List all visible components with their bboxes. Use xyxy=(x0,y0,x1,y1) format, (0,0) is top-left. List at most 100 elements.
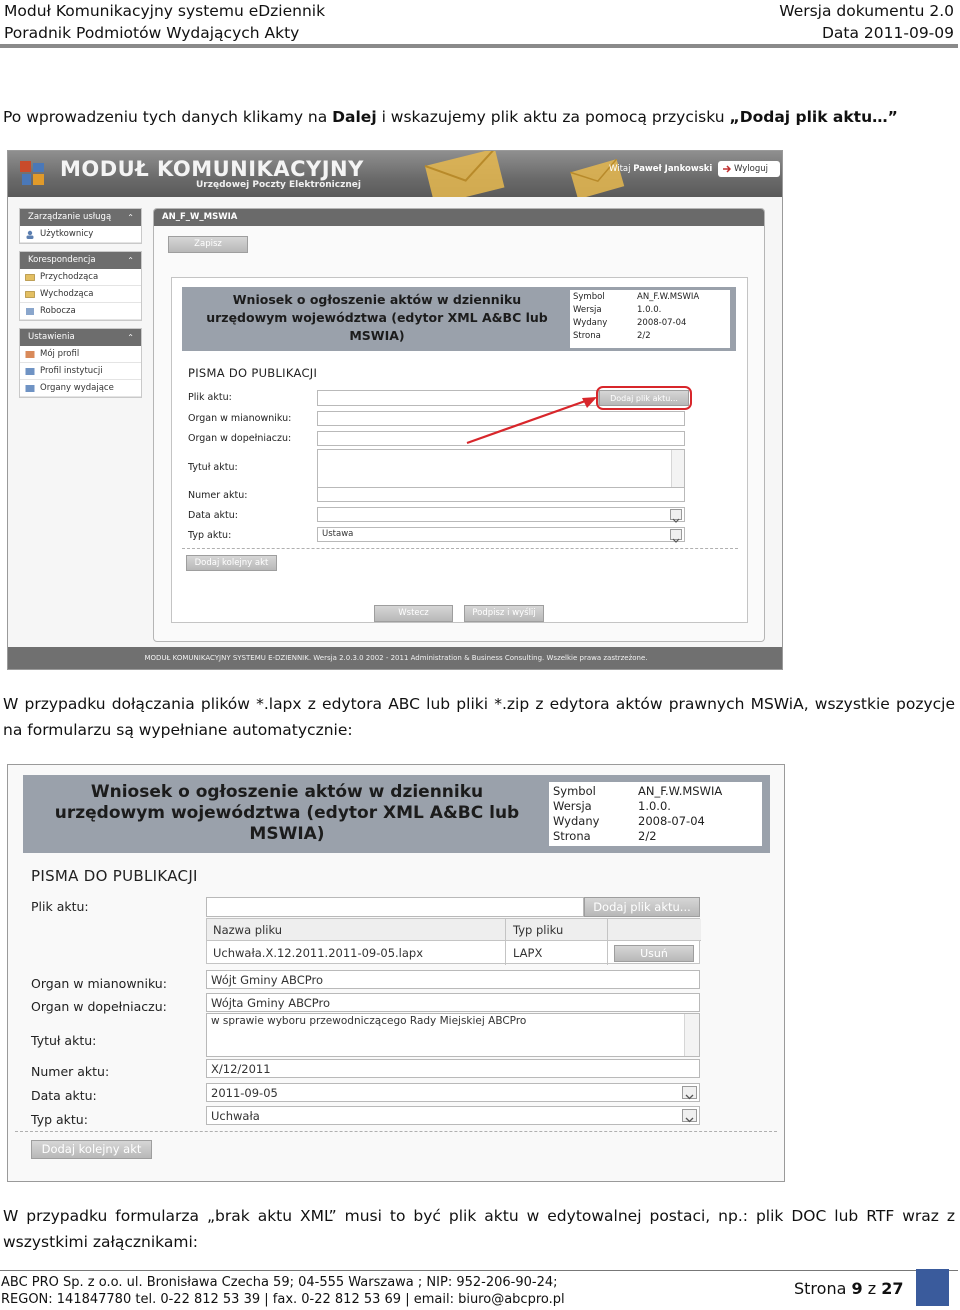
column-divider xyxy=(505,919,506,965)
page-current: 9 xyxy=(851,1279,863,1298)
meta-value: 2/2 xyxy=(638,829,657,843)
sidebar-item-label: Mój profil xyxy=(40,349,80,359)
title-textarea[interactable] xyxy=(317,449,685,489)
number-field[interactable] xyxy=(317,487,685,502)
institution-icon xyxy=(25,368,35,375)
organ-genitive-value: Wójta Gminy ABCPro xyxy=(211,996,331,1010)
company-contact: REGON: 141847780 tel. 0-22 812 53 39 | f… xyxy=(1,1292,565,1307)
organ-nominative-value: Wójt Gminy ABCPro xyxy=(211,973,323,987)
collapse-icon: ⌃ xyxy=(127,333,134,342)
sidebar-section-settings: Ustawienia ⌃ Mój profil Profil instytucji… xyxy=(19,328,142,398)
panel-title: AN_F_W_MSWIA xyxy=(154,209,764,226)
form-divider xyxy=(182,548,738,549)
document-subtitle: Poradnik Podmiotów Wydających Akty xyxy=(4,24,300,42)
sidebar-header-management[interactable]: Zarządzanie usługą ⌃ xyxy=(20,209,141,226)
date-label: Data aktu: xyxy=(188,510,238,521)
organ-nominative-field[interactable]: Wójt Gminy ABCPro xyxy=(206,970,700,989)
sidebar-item-label: Robocza xyxy=(40,306,76,316)
sidebar-section-management: Zarządzanie usługą ⌃ Użytkownicy xyxy=(19,208,142,244)
sidebar-item-institution-profile[interactable]: Profil instytucji xyxy=(20,363,141,380)
sidebar-item-users[interactable]: Użytkownicy xyxy=(20,226,141,243)
add-file-button[interactable]: Dodaj plik aktu... xyxy=(584,897,700,917)
sidebar-item-incoming[interactable]: Przychodząca xyxy=(20,269,141,286)
app-title: MODUŁ KOMUNIKACYJNY xyxy=(60,157,364,181)
chevron-down-icon xyxy=(670,529,682,543)
sidebar-item-label: Przychodząca xyxy=(40,272,99,282)
type-label: Typ aktu: xyxy=(188,530,232,541)
sidebar-item-label: Użytkownicy xyxy=(40,229,94,239)
logout-button[interactable]: Wyloguj xyxy=(718,161,780,177)
incoming-mail-icon xyxy=(25,274,35,281)
section-title: PISMA DO PUBLIKACJI xyxy=(31,867,198,885)
chevron-down-icon xyxy=(670,509,682,523)
type-value: Uchwała xyxy=(211,1109,260,1123)
save-button[interactable]: Zapisz xyxy=(168,236,248,253)
form-header-bar: Wniosek o ogłoszenie aktów w dzienniku u… xyxy=(23,775,770,853)
paragraph-intro: Po wprowadzeniu tych danych klikamy na D… xyxy=(3,104,955,130)
document-header-right: Wersja dokumentu 2.0 Data 2011-09-09 xyxy=(779,0,954,44)
title-label: Tytuł aktu: xyxy=(31,1033,97,1048)
footer-divider xyxy=(0,1270,958,1271)
number-value: X/12/2011 xyxy=(211,1062,271,1076)
collapse-icon: ⌃ xyxy=(127,213,134,222)
page-number: Strona 9 z 27 xyxy=(794,1279,903,1298)
sidebar-item-outgoing[interactable]: Wychodząca xyxy=(20,286,141,303)
organ-genitive-field[interactable]: Wójta Gminy ABCPro xyxy=(206,993,700,1012)
sidebar-header-label: Zarządzanie usługą xyxy=(28,212,112,222)
add-next-act-button[interactable]: Dodaj kolejny akt xyxy=(186,555,277,571)
footer-accent-block xyxy=(916,1269,949,1306)
collapse-icon: ⌃ xyxy=(127,256,134,265)
meta-key: Wydany xyxy=(553,814,600,828)
number-label: Numer aktu: xyxy=(188,490,248,501)
sidebar-item-my-profile[interactable]: Mój profil xyxy=(20,346,141,363)
number-field[interactable]: X/12/2011 xyxy=(206,1059,700,1078)
meta-key: Symbol xyxy=(573,292,605,302)
chevron-down-icon xyxy=(682,1109,697,1123)
column-header-name: Nazwa pliku xyxy=(213,923,283,937)
document-header-left: Moduł Komunikacyjny systemu eDziennik Po… xyxy=(4,0,325,44)
welcome-prefix: Witaj xyxy=(609,164,634,174)
chevron-down-icon xyxy=(682,1086,697,1100)
meta-key: Strona xyxy=(573,331,601,341)
back-button[interactable]: Wstecz xyxy=(374,605,453,622)
scrollbar[interactable] xyxy=(671,450,684,488)
sidebar-item-drafts[interactable]: Robocza xyxy=(20,303,141,320)
main-panel: AN_F_W_MSWIA Zapisz Wniosek o ogłoszenie… xyxy=(153,208,765,642)
app-footer: MODUŁ KOMUNIKACYJNY SYSTEMU E-DZIENNIK. … xyxy=(8,647,782,669)
meta-value: 2008-07-04 xyxy=(638,814,705,828)
sidebar-header-correspondence[interactable]: Korespondencja ⌃ xyxy=(20,252,141,269)
sidebar-item-issuing-bodies[interactable]: Organy wydające xyxy=(20,380,141,397)
file-type-cell: LAPX xyxy=(513,946,543,960)
company-info: ABC PRO Sp. z o.o. ul. Bronisława Czecha… xyxy=(1,1274,565,1308)
para1-dalej: Dalej xyxy=(332,108,377,126)
sidebar-header-label: Korespondencja xyxy=(28,255,96,265)
title-textarea[interactable]: w sprawie wyboru przewodniczącego Rady M… xyxy=(206,1013,700,1057)
sidebar-header-label: Ustawienia xyxy=(28,332,75,342)
file-label: Plik aktu: xyxy=(31,899,89,914)
remove-file-button[interactable]: Usuń xyxy=(614,945,694,962)
sign-send-button[interactable]: Podpisz i wyślij xyxy=(464,605,544,622)
scrollbar[interactable] xyxy=(684,1014,699,1056)
meta-key: Wersja xyxy=(553,799,592,813)
document-date: Data 2011-09-09 xyxy=(821,24,954,42)
date-label: Data aktu: xyxy=(31,1088,97,1103)
add-next-act-button[interactable]: Dodaj kolejny akt xyxy=(31,1140,152,1159)
organ-nominative-label: Organ w mianowniku: xyxy=(31,976,167,991)
meta-value: 1.0.0. xyxy=(637,305,662,315)
screenshot-form-filled: Wniosek o ogłoszenie aktów w dzienniku u… xyxy=(7,764,785,1182)
users-icon xyxy=(26,230,34,239)
sidebar-section-correspondence: Korespondencja ⌃ Przychodząca Wychodząca … xyxy=(19,251,142,321)
date-select[interactable] xyxy=(317,507,685,523)
date-select[interactable]: 2011-09-05 xyxy=(206,1083,700,1102)
sidebar-header-settings[interactable]: Ustawienia ⌃ xyxy=(20,329,141,346)
meta-value: 2/2 xyxy=(637,331,651,341)
sidebar-item-label: Organy wydające xyxy=(40,383,114,393)
welcome-user: Paweł Jankowski xyxy=(633,164,713,174)
type-select[interactable]: Ustawa xyxy=(317,527,685,543)
para1-text: Po wprowadzeniu tych danych klikamy na xyxy=(3,108,333,126)
para1-text-mid: i wskazujemy plik aktu za pomocą przycis… xyxy=(376,108,730,126)
meta-key: Symbol xyxy=(553,784,596,798)
title-value: w sprawie wyboru przewodniczącego Rady M… xyxy=(211,1015,527,1027)
meta-value: 2008-07-04 xyxy=(637,318,687,328)
type-select[interactable]: Uchwała xyxy=(206,1106,700,1125)
